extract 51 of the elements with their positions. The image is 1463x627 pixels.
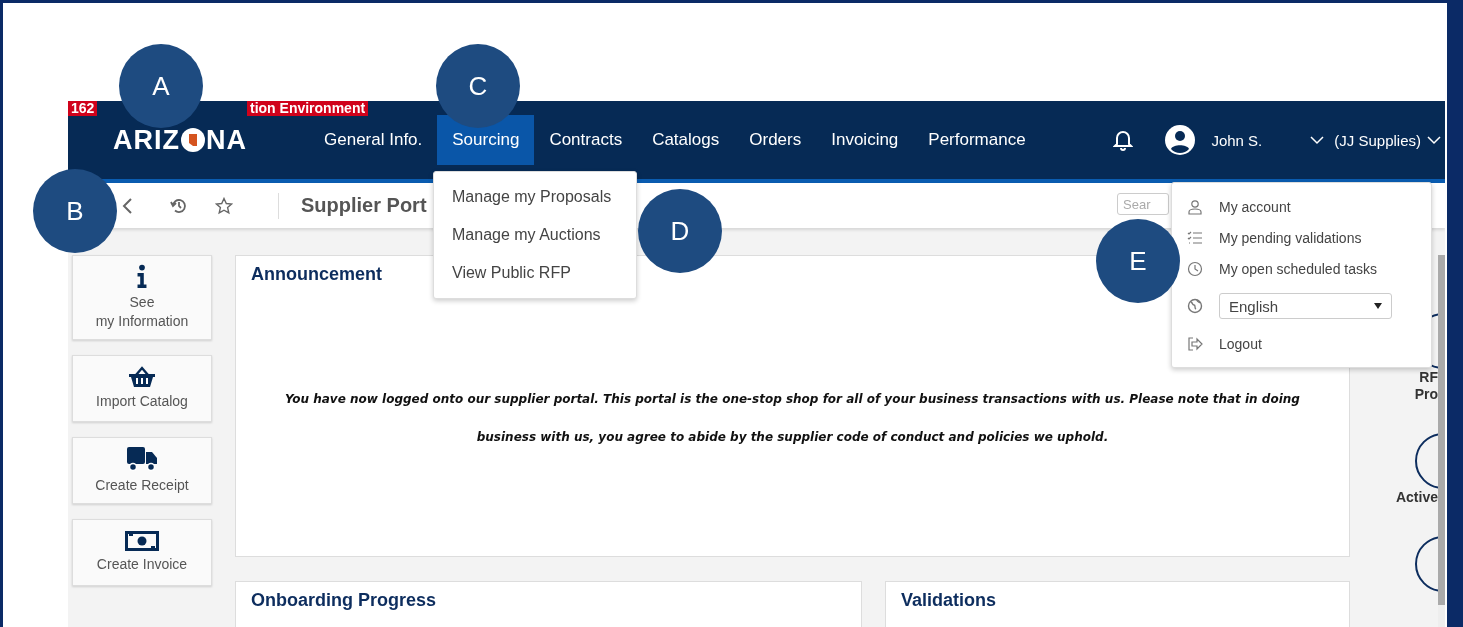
quick-action-button[interactable]: See my Information xyxy=(72,255,212,340)
user-name[interactable]: John S. xyxy=(1211,131,1263,149)
menu-item[interactable]: My open scheduled tasks xyxy=(1219,260,1377,277)
logo-text: NA xyxy=(206,124,247,156)
logout-icon xyxy=(1187,335,1203,352)
avatar-icon[interactable] xyxy=(1165,125,1196,155)
annotation-marker: A xyxy=(119,44,203,128)
nav-tab[interactable]: Catalogs xyxy=(637,115,735,165)
menu-item[interactable]: Manage my Proposals xyxy=(434,178,636,216)
menu-item[interactable]: My pending validations xyxy=(1219,229,1362,246)
company-name[interactable]: (JJ Supplies) xyxy=(1334,131,1421,149)
banknote-icon xyxy=(125,531,159,551)
menu-item[interactable]: Manage my Auctions xyxy=(434,216,636,254)
menu-item[interactable]: My account xyxy=(1219,198,1291,215)
widget-label: Active xyxy=(1395,489,1438,506)
truck-icon xyxy=(126,446,158,472)
basket-icon xyxy=(128,366,156,388)
checklist-icon xyxy=(1187,229,1203,246)
history-icon[interactable] xyxy=(170,196,188,215)
star-icon[interactable] xyxy=(215,196,233,215)
menu-item[interactable]: Logout xyxy=(1219,335,1262,352)
quick-action-button[interactable]: Import Catalog xyxy=(72,355,212,422)
clock-icon xyxy=(1187,260,1203,277)
info-icon xyxy=(136,264,148,289)
annotation-marker: C xyxy=(436,44,520,128)
annotation-marker: B xyxy=(33,169,117,253)
quick-action-button[interactable]: Create Receipt xyxy=(72,437,212,504)
nav-tab[interactable]: Orders xyxy=(734,115,817,165)
logo-emblem-icon xyxy=(181,128,205,152)
language-select[interactable]: English xyxy=(1219,293,1392,319)
scrollbar-thumb[interactable] xyxy=(1438,255,1445,605)
environment-badge: 162 xyxy=(68,101,98,116)
page-title: Supplier Port xyxy=(301,194,427,217)
nav-tab[interactable]: Contracts xyxy=(534,115,638,165)
menu-item[interactable]: View Public RFP xyxy=(434,254,636,292)
card-title: Announcement xyxy=(251,264,382,285)
card-title: Validations xyxy=(901,590,997,610)
search-field[interactable]: Sear xyxy=(1117,193,1169,215)
dropdown-arrow-icon xyxy=(1374,303,1382,309)
nav-tab[interactable]: Invoicing xyxy=(816,115,914,165)
environment-badge: tion Environment xyxy=(247,101,369,116)
nav-tab[interactable]: General Info. xyxy=(309,115,438,165)
person-icon xyxy=(1187,198,1203,215)
widget-label: RF Pro xyxy=(1414,369,1438,403)
card-title: Onboarding Progress xyxy=(251,590,437,610)
chevron-down-icon[interactable] xyxy=(1310,135,1325,145)
quick-action-button[interactable]: Create Invoice xyxy=(72,519,212,586)
chevron-down-icon[interactable] xyxy=(1427,135,1441,145)
bell-icon[interactable] xyxy=(1113,129,1134,151)
nav-tab[interactable]: Performance xyxy=(913,115,1041,165)
announcement-text: You have now logged onto our supplier portal. This portal is the one-stop shop for all of your business transactions with us. Please note that in doing business with us, you agree to abide by the supplier code of conduct and policies we uphold. xyxy=(284,391,1301,446)
